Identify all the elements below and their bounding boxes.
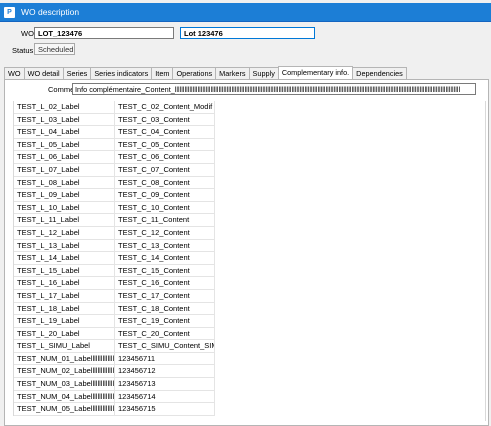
row-label: TEST_L_06_Label [14,151,115,163]
complementary-info-panel: Comment Info complémentaire_Content_llll… [4,79,489,426]
row-label: TEST_NUM_01_Labelllllllllllllllllo [14,352,115,365]
row-label: TEST_L_16_Label [14,277,115,289]
row-value[interactable]: TEST_C_04_Content [115,126,215,138]
row-label: TEST_L_20_Label [14,327,115,340]
row-label: TEST_L_05_Label [14,138,115,151]
row-label: TEST_L_14_Label [14,252,115,264]
tab-series-indicators[interactable]: Series indicators [90,67,153,79]
tab-dependencies[interactable]: Dependencies [352,67,407,79]
tab-supply[interactable]: Supply [248,67,279,79]
table-row[interactable]: TEST_L_20_Label TEST_C_20_Content [14,327,215,341]
row-value[interactable]: 123456712 [115,365,215,378]
row-label: TEST_NUM_02_Labelllllllllllllllllo [14,365,115,378]
row-value[interactable]: 123456714 [115,390,215,403]
table-row[interactable]: TEST_NUM_01_Labelllllllllllllllllo 123456… [14,352,215,366]
table-row[interactable]: TEST_NUM_05_Labelllllllllllllllllo 123456… [14,403,215,416]
row-value[interactable]: TEST_C_10_Content [115,201,215,214]
wo-description-field[interactable]: Lot 123476 [180,27,315,39]
row-value[interactable]: TEST_C_19_Content [115,315,215,327]
row-label: TEST_L_12_Label [14,226,115,239]
row-label: TEST_L_17_Label [14,289,115,302]
table-row[interactable]: TEST_L_16_Label TEST_C_16_Content [14,277,215,290]
row-label: TEST_L_SIMU_Label [14,340,115,352]
status-field: Scheduled [34,43,75,55]
table-row[interactable]: TEST_NUM_04_Labelllllllllllllllllo 123456… [14,390,215,404]
row-label: TEST_L_18_Label [14,302,115,315]
status-label: Status [12,46,34,55]
row-label: TEST_L_19_Label [14,315,115,327]
row-label: TEST_L_11_Label [14,214,115,226]
row-value[interactable]: TEST_C_11_Content [115,214,215,226]
complementary-info-grid: TEST_L_02_Label TEST_C_02_Content_Modif T… [13,101,215,416]
tab-markers[interactable]: Markers [215,67,250,79]
row-label: TEST_L_08_Label [14,176,115,189]
tab-wo-detail[interactable]: WO detail [23,67,64,79]
row-value[interactable]: TEST_C_13_Content [115,239,215,252]
row-label: TEST_NUM_03_Labelllllllllllllllllo [14,378,115,390]
table-row[interactable]: TEST_L_14_Label TEST_C_14_Content [14,252,215,265]
panel-divider [485,101,486,421]
row-label: TEST_L_02_Label [14,101,115,113]
row-value[interactable]: TEST_C_18_Content [115,302,215,315]
row-value[interactable]: 123456715 [115,403,215,415]
row-value[interactable]: 123456711 [115,352,215,365]
table-row[interactable]: TEST_L_07_Label TEST_C_07_Content [14,163,215,177]
window-title: WO description [21,7,80,17]
row-value[interactable]: TEST_C_17_Content [115,289,215,302]
row-value[interactable]: TEST_C_16_Content [115,277,215,289]
table-row[interactable]: TEST_L_SIMU_Label TEST_C_SIMU_Content_SIM… [14,340,215,353]
table-row[interactable]: TEST_L_19_Label TEST_C_19_Content [14,315,215,328]
row-value[interactable]: TEST_C_02_Content_Modif [115,101,215,113]
tab-complementary-info[interactable]: Complementary info. [277,66,354,79]
row-label: TEST_L_07_Label [14,163,115,176]
row-value[interactable]: TEST_C_20_Content [115,327,215,340]
row-value[interactable]: TEST_C_07_Content [115,163,215,176]
row-label: TEST_L_15_Label [14,264,115,277]
row-label: TEST_L_13_Label [14,239,115,252]
table-row[interactable]: TEST_L_17_Label TEST_C_17_Content [14,289,215,303]
row-value[interactable]: TEST_C_12_Content [115,226,215,239]
row-value[interactable]: TEST_C_03_Content [115,113,215,126]
table-row[interactable]: TEST_NUM_02_Labelllllllllllllllllo 123456… [14,365,215,379]
row-label: TEST_L_03_Label [14,113,115,126]
row-label: TEST_L_10_Label [14,201,115,214]
table-row[interactable]: TEST_L_03_Label TEST_C_03_Content [14,113,215,127]
table-row[interactable]: TEST_L_11_Label TEST_C_11_Content [14,214,215,227]
table-row[interactable]: TEST_L_10_Label TEST_C_10_Content [14,201,215,215]
wo-form: WO LOT_123476 Lot 123476 Status Schedule… [0,22,491,426]
table-row[interactable]: TEST_L_06_Label TEST_C_06_Content [14,151,215,164]
table-row[interactable]: TEST_L_13_Label TEST_C_13_Content [14,239,215,253]
table-row[interactable]: TEST_NUM_03_Labelllllllllllllllllo 123456… [14,378,215,391]
tab-bar: WO WO detail Series Series indicators It… [4,66,407,79]
comment-field[interactable]: Info complémentaire_Content_llllllllllll… [72,83,476,95]
table-row[interactable]: TEST_L_18_Label TEST_C_18_Content [14,302,215,316]
table-row[interactable]: TEST_L_08_Label TEST_C_08_Content [14,176,215,190]
tab-operations[interactable]: Operations [172,67,217,79]
row-value[interactable]: TEST_C_15_Content [115,264,215,277]
table-row[interactable]: TEST_L_05_Label TEST_C_05_Content [14,138,215,152]
row-label: TEST_L_04_Label [14,126,115,138]
row-value[interactable]: TEST_C_06_Content [115,151,215,163]
row-value[interactable]: TEST_C_SIMU_Content_SIMU [115,340,215,352]
row-value[interactable]: TEST_C_05_Content [115,138,215,151]
wo-code-field[interactable]: LOT_123476 [34,27,174,39]
table-row[interactable]: TEST_L_04_Label TEST_C_04_Content [14,126,215,139]
app-icon: P [4,7,15,18]
row-label: TEST_L_09_Label [14,189,115,201]
tab-wo[interactable]: WO [4,67,25,79]
window-titlebar[interactable]: P WO description [0,3,491,22]
wo-label: WO [21,29,34,38]
table-row[interactable]: TEST_L_15_Label TEST_C_15_Content [14,264,215,278]
table-row[interactable]: TEST_L_12_Label TEST_C_12_Content [14,226,215,240]
tab-item[interactable]: Item [151,67,174,79]
tab-series[interactable]: Series [62,67,92,79]
row-value[interactable]: TEST_C_14_Content [115,252,215,264]
table-row[interactable]: TEST_L_02_Label TEST_C_02_Content_Modif [14,101,215,114]
row-value[interactable]: 123456713 [115,378,215,390]
row-value[interactable]: TEST_C_09_Content [115,189,215,201]
row-label: TEST_NUM_05_Labelllllllllllllllllo [14,403,115,415]
row-value[interactable]: TEST_C_08_Content [115,176,215,189]
row-label: TEST_NUM_04_Labelllllllllllllllllo [14,390,115,403]
table-row[interactable]: TEST_L_09_Label TEST_C_09_Content [14,189,215,202]
